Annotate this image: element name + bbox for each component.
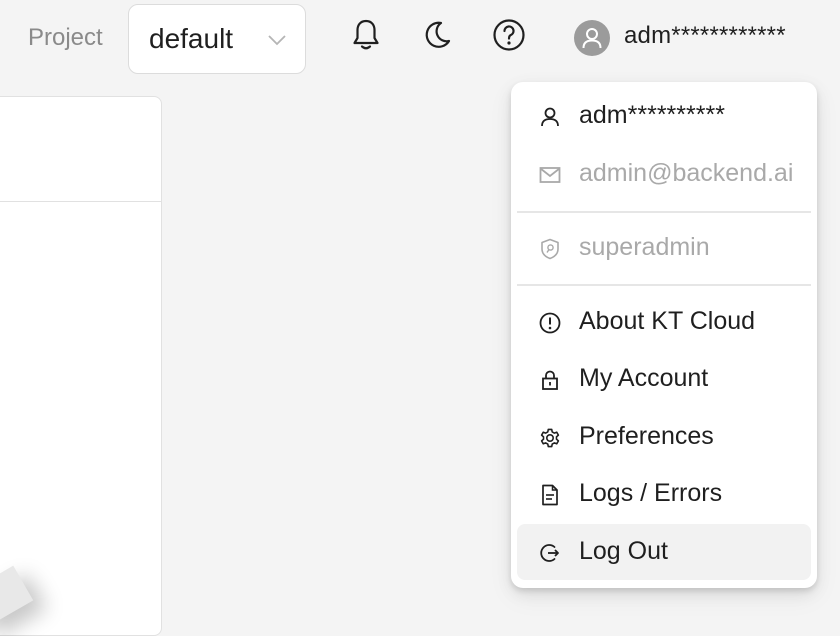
menu-divider xyxy=(517,284,811,286)
project-select-value: default xyxy=(149,23,234,54)
menu-item-logs-errors[interactable]: Logs / Errors xyxy=(517,466,811,522)
shield-key-icon xyxy=(539,238,561,260)
header-user-name[interactable]: adm************ xyxy=(624,22,786,50)
info-icon xyxy=(539,312,561,334)
gear-icon xyxy=(539,427,561,449)
mail-icon xyxy=(539,164,561,186)
menu-divider xyxy=(517,211,811,213)
user-dropdown-menu: adm********** admin@backend.ai superadmi… xyxy=(511,82,817,588)
menu-item-preferences[interactable]: Preferences xyxy=(517,409,811,465)
menu-item-role: superadmin xyxy=(517,220,811,276)
menu-item-label: Logs / Errors xyxy=(579,479,723,507)
menu-item-email: admin@backend.ai xyxy=(517,146,811,202)
menu-item-label: Log Out xyxy=(579,537,668,565)
menu-item-label: admin@backend.ai xyxy=(579,159,794,187)
menu-item-username: adm********** xyxy=(517,88,811,144)
help-icon[interactable] xyxy=(491,17,527,53)
logout-icon xyxy=(539,542,561,564)
menu-item-label: adm********** xyxy=(579,101,725,129)
project-select[interactable]: default xyxy=(128,4,306,74)
lock-icon xyxy=(539,369,561,391)
menu-item-label: My Account xyxy=(579,364,709,392)
card-divider xyxy=(0,201,161,202)
user-icon xyxy=(539,106,561,128)
bell-icon[interactable] xyxy=(348,17,384,53)
moon-icon[interactable] xyxy=(419,17,455,53)
menu-item-my-account[interactable]: My Account xyxy=(517,351,811,407)
chevron-down-icon xyxy=(267,33,287,47)
project-label: Project xyxy=(28,24,103,51)
card-illustration xyxy=(0,565,34,629)
avatar[interactable] xyxy=(574,20,610,56)
menu-item-about[interactable]: About KT Cloud xyxy=(517,294,811,350)
menu-item-log-out[interactable]: Log Out xyxy=(517,524,811,580)
file-text-icon xyxy=(539,484,561,506)
menu-item-label: Preferences xyxy=(579,422,714,450)
menu-item-label: About KT Cloud xyxy=(579,307,756,335)
menu-item-label: superadmin xyxy=(579,233,710,261)
content-card xyxy=(0,96,162,636)
